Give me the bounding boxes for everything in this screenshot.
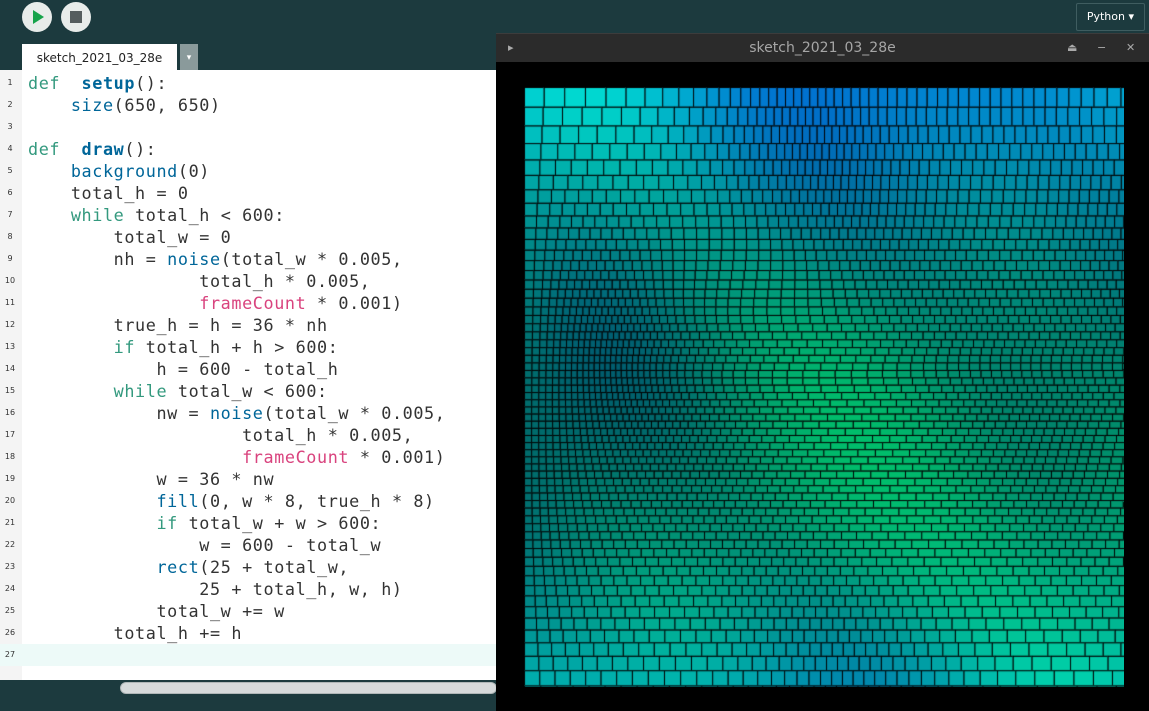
code-line[interactable]: 7 while total_h < 600:: [0, 204, 496, 226]
code-text: def draw():: [28, 139, 157, 159]
line-number: 12: [4, 320, 16, 329]
code-text: background(0): [70, 161, 210, 181]
code-text: 25 + total_h, w, h): [28, 579, 403, 599]
code-line[interactable]: 5 background(0): [0, 160, 496, 182]
code-line[interactable]: 22 w = 600 - total_w: [0, 534, 496, 556]
line-number: 20: [4, 496, 16, 505]
line-number: 2: [7, 100, 13, 109]
line-number: 7: [7, 210, 13, 219]
line-number: 23: [4, 562, 16, 571]
tab-menu-chevron-down-icon[interactable]: ▾: [180, 44, 198, 70]
line-number: 1: [7, 78, 13, 87]
code-line[interactable]: 4 def draw():: [0, 138, 496, 160]
code-text: total_h += h: [28, 623, 243, 643]
line-number: 13: [4, 342, 16, 351]
minimize-icon[interactable]: −: [1097, 34, 1106, 62]
code-line[interactable]: 27: [0, 644, 496, 666]
code-line[interactable]: 19 w = 36 * nw: [0, 468, 496, 490]
code-line[interactable]: 1 def setup():: [0, 72, 496, 94]
stop-icon: [70, 11, 82, 23]
code-line[interactable]: 14 h = 600 - total_h: [0, 358, 496, 380]
line-number: 27: [4, 650, 16, 659]
code-text: true_h = h = 36 * nh: [28, 315, 328, 335]
code-line[interactable]: 24 25 + total_h, w, h): [0, 578, 496, 600]
code-line[interactable]: 3: [0, 116, 496, 138]
horizontal-scrollbar[interactable]: [120, 682, 497, 694]
sketch-canvas: [524, 87, 1124, 687]
code-text: nh = noise(total_w * 0.005,: [28, 249, 403, 269]
code-text: total_h * 0.005,: [28, 271, 371, 291]
code-line[interactable]: 20 fill(0, w * 8, true_h * 8): [0, 490, 496, 512]
line-number: 18: [4, 452, 16, 461]
code-line[interactable]: 8 total_w = 0: [0, 226, 496, 248]
line-number: 22: [4, 540, 16, 549]
code-text: w = 36 * nw: [28, 469, 275, 489]
line-number: 8: [7, 232, 13, 241]
line-number: 21: [4, 518, 16, 527]
line-number: 24: [4, 584, 16, 593]
stop-button[interactable]: [61, 2, 91, 32]
code-line[interactable]: 17 total_h * 0.005,: [0, 424, 496, 446]
code-text: total_w += w: [28, 601, 285, 621]
code-text: total_h * 0.005,: [28, 425, 414, 445]
collapse-icon[interactable]: ⏏: [1067, 34, 1077, 62]
line-number: 11: [4, 298, 16, 307]
line-number: 3: [7, 122, 13, 131]
code-line[interactable]: 12 true_h = h = 36 * nh: [0, 314, 496, 336]
line-number: 10: [4, 276, 16, 285]
run-button[interactable]: [22, 2, 52, 32]
code-text: rect(25 + total_w,: [156, 557, 350, 577]
code-editor[interactable]: 1 def setup(): 2 size(650, 650) 3 4 def draw(…: [0, 70, 496, 680]
code-line[interactable]: 13 if total_h + h > 600:: [0, 336, 496, 358]
line-number: 5: [7, 166, 13, 175]
code-text: h = 600 - total_h: [28, 359, 339, 379]
play-icon: [33, 10, 44, 24]
code-text: while total_h < 600:: [70, 205, 285, 225]
code-text: frameCount * 0.001): [242, 447, 446, 467]
sketch-window: ▸ sketch_2021_03_28e ⏏ − ✕: [496, 33, 1149, 711]
toolbar: Python ▾: [0, 0, 1149, 34]
code-line[interactable]: 21 if total_w + w > 600:: [0, 512, 496, 534]
line-number: 17: [4, 430, 16, 439]
code-line[interactable]: 15 while total_w < 600:: [0, 380, 496, 402]
line-number: 25: [4, 606, 16, 615]
code-line[interactable]: 10 total_h * 0.005,: [0, 270, 496, 292]
line-number: 9: [7, 254, 13, 263]
code-text: w = 600 - total_w: [28, 535, 382, 555]
code-text: size(650, 650): [70, 95, 221, 115]
code-text: if total_w + w > 600:: [156, 513, 382, 533]
code-line[interactable]: 26 total_h += h: [0, 622, 496, 644]
code-line[interactable]: 18 frameCount * 0.001): [0, 446, 496, 468]
close-icon[interactable]: ✕: [1126, 34, 1135, 62]
code-line[interactable]: 16 nw = noise(total_w * 0.005,: [0, 402, 496, 424]
code-line[interactable]: 2 size(650, 650): [0, 94, 496, 116]
line-number: 26: [4, 628, 16, 637]
line-number: 14: [4, 364, 16, 373]
code-line[interactable]: 11 frameCount * 0.001): [0, 292, 496, 314]
code-text: total_h = 0: [28, 183, 189, 203]
line-number: 6: [7, 188, 13, 197]
sketch-titlebar[interactable]: ▸ sketch_2021_03_28e ⏏ − ✕: [496, 33, 1149, 62]
code-text: fill(0, w * 8, true_h * 8): [156, 491, 435, 511]
code-line[interactable]: 23 rect(25 + total_w,: [0, 556, 496, 578]
sketch-window-title: sketch_2021_03_28e: [749, 40, 896, 56]
code-text: def setup():: [28, 73, 168, 93]
tab-sketch[interactable]: sketch_2021_03_28e: [22, 44, 177, 70]
code-line[interactable]: 9 nh = noise(total_w * 0.005,: [0, 248, 496, 270]
code-text: total_w = 0: [28, 227, 232, 247]
mode-selector[interactable]: Python ▾: [1075, 3, 1145, 31]
code-line[interactable]: 6 total_h = 0: [0, 182, 496, 204]
code-text: frameCount * 0.001): [199, 293, 403, 313]
code-text: if total_h + h > 600:: [113, 337, 339, 357]
code-line[interactable]: 25 total_w += w: [0, 600, 496, 622]
line-number: 16: [4, 408, 16, 417]
line-number: 19: [4, 474, 16, 483]
tab-strip: sketch_2021_03_28e ▾: [0, 34, 498, 70]
line-number: 15: [4, 386, 16, 395]
line-number: 4: [7, 144, 13, 153]
code-text: while total_w < 600:: [113, 381, 328, 401]
code-text: nw = noise(total_w * 0.005,: [28, 403, 446, 423]
